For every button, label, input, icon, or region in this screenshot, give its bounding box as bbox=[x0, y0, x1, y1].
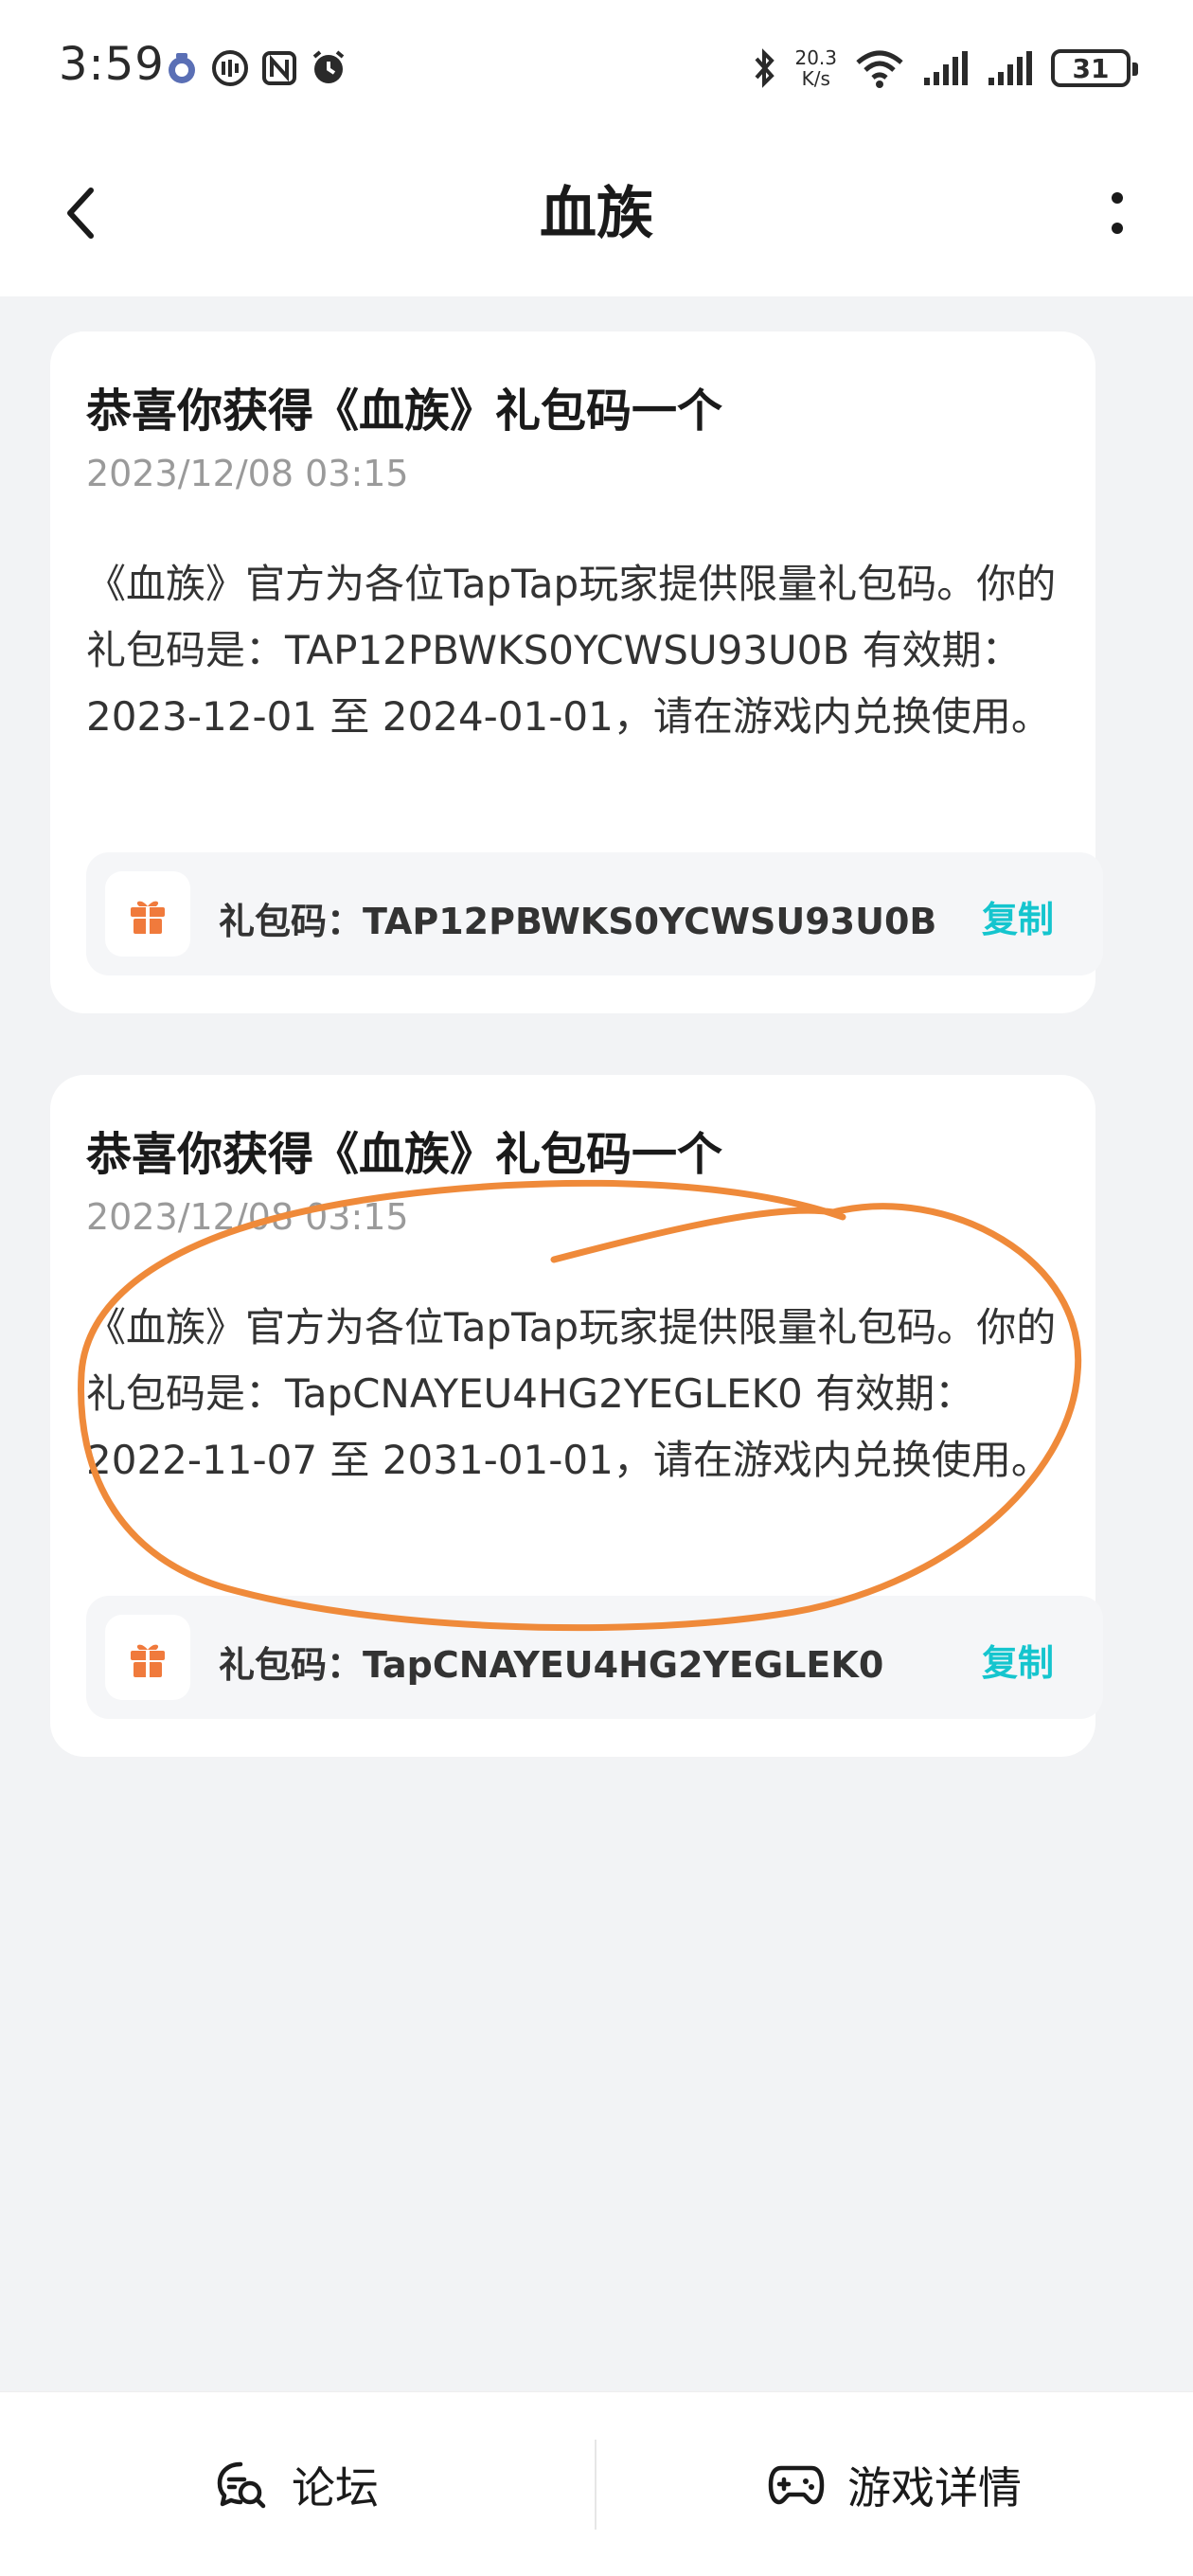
game-details-label: 游戏详情 bbox=[847, 2461, 1022, 2513]
bluetooth-icon bbox=[755, 48, 775, 88]
status-time: 3:59 bbox=[59, 38, 165, 91]
status-bar: 3:59 20.3 K/s 31 bbox=[0, 0, 1193, 137]
card-date: 2023/12/08 03:15 bbox=[86, 453, 409, 494]
battery-indicator: 31 bbox=[1051, 49, 1138, 87]
gift-code-label: 礼包码：TapCNAYEU4HG2YEGLEK0 bbox=[219, 1644, 884, 1686]
gift-code-row: 礼包码：TAP12PBWKS0YCWSU93U0B 复制 bbox=[86, 852, 1103, 975]
forum-button[interactable]: 论坛 bbox=[0, 2392, 595, 2576]
forum-icon bbox=[217, 2461, 266, 2508]
alarm-icon bbox=[312, 50, 345, 83]
app-notification-icon bbox=[169, 53, 195, 83]
nav-bar: 血族 bbox=[0, 137, 1193, 296]
net-speed-unit: K/s bbox=[801, 67, 830, 90]
message-card: 恭喜你获得《血族》礼包码一个 2023/12/08 03:15 《血族》官方为各… bbox=[50, 1075, 1103, 1757]
bottom-bar: 论坛 游戏详情 bbox=[0, 2391, 1193, 2576]
battery-level: 31 bbox=[1072, 52, 1110, 84]
net-speed-value: 20.3 bbox=[794, 46, 837, 69]
status-left-icons bbox=[163, 47, 348, 89]
status-right-icons: 20.3 K/s 31 bbox=[751, 42, 1138, 95]
nfc-icon bbox=[262, 51, 296, 85]
gift-code-label: 礼包码：TAP12PBWKS0YCWSU93U0B bbox=[219, 901, 937, 942]
more-options-button[interactable] bbox=[1079, 175, 1155, 251]
gift-icon-box bbox=[105, 871, 190, 957]
signal-icon bbox=[924, 51, 968, 85]
gift-icon bbox=[131, 1644, 165, 1677]
circle-app-icon bbox=[212, 50, 248, 86]
gift-icon bbox=[131, 901, 165, 934]
message-card: 恭喜你获得《血族》礼包码一个 2023/12/08 03:15 《血族》官方为各… bbox=[50, 331, 1103, 1013]
game-details-button[interactable]: 游戏详情 bbox=[596, 2392, 1193, 2576]
signal-icon bbox=[988, 51, 1032, 85]
copy-button[interactable]: 复制 bbox=[982, 890, 1054, 942]
copy-button[interactable]: 复制 bbox=[982, 1634, 1054, 1686]
card-date: 2023/12/08 03:15 bbox=[86, 1196, 409, 1238]
page-title: 血族 bbox=[540, 181, 653, 247]
card-body: 《血族》官方为各位TapTap玩家提供限量礼包码。你的礼包码是：TapCNAYE… bbox=[86, 1304, 1057, 1483]
card-title: 恭喜你获得《血族》礼包码一个 bbox=[86, 385, 723, 438]
card-body: 《血族》官方为各位TapTap玩家提供限量礼包码。你的礼包码是：TAP12PBW… bbox=[86, 561, 1057, 740]
wifi-icon bbox=[856, 50, 903, 88]
gamepad-icon bbox=[768, 2465, 825, 2504]
gift-icon-box bbox=[105, 1615, 190, 1700]
net-speed: 20.3 K/s bbox=[794, 47, 837, 89]
more-vertical-icon bbox=[1112, 192, 1123, 234]
card-title: 恭喜你获得《血族》礼包码一个 bbox=[86, 1128, 723, 1181]
gift-code-row: 礼包码：TapCNAYEU4HG2YEGLEK0 复制 bbox=[86, 1596, 1103, 1719]
forum-label: 论坛 bbox=[292, 2461, 379, 2513]
